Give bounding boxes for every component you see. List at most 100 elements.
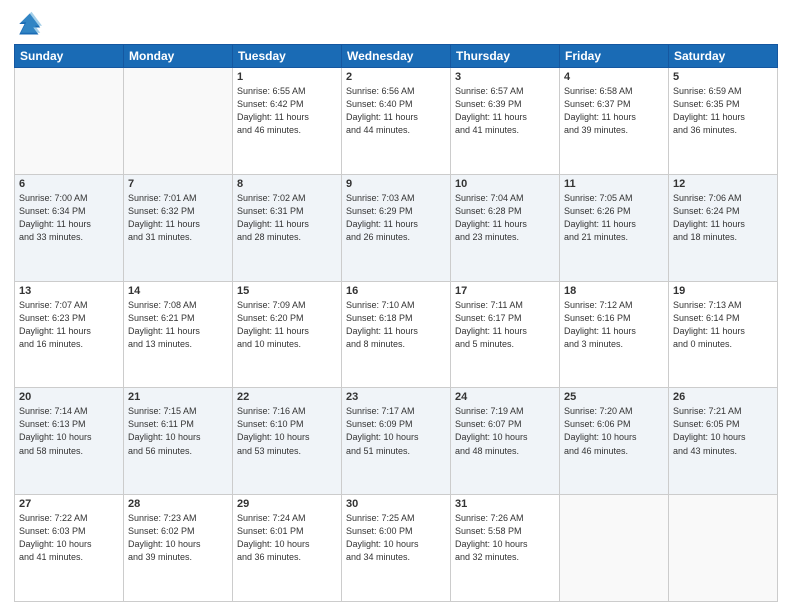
calendar-cell: 28 Sunrise: 7:23 AM Sunset: 6:02 PM Dayli… <box>124 495 233 602</box>
day-number: 9 <box>346 178 446 190</box>
calendar-cell: 4 Sunrise: 6:58 AM Sunset: 6:37 PM Daylig… <box>560 68 669 175</box>
day-number: 19 <box>673 285 773 297</box>
calendar-cell: 7 Sunrise: 7:01 AM Sunset: 6:32 PM Daylig… <box>124 174 233 281</box>
day-info: Sunrise: 7:11 AM Sunset: 6:17 PM Dayligh… <box>455 299 555 351</box>
calendar-cell: 24Sunrise: 7:19 AM Sunset: 6:07 PM Dayli… <box>451 388 560 495</box>
day-info: Sunrise: 7:13 AM Sunset: 6:14 PM Dayligh… <box>673 299 773 351</box>
day-info: Sunrise: 6:55 AM Sunset: 6:42 PM Dayligh… <box>237 85 337 137</box>
day-number: 29 <box>237 498 337 510</box>
day-number: 3 <box>455 71 555 83</box>
calendar-cell: 3Sunrise: 6:57 AM Sunset: 6:39 PM Daylig… <box>451 68 560 175</box>
calendar-cell <box>669 495 778 602</box>
day-info: Sunrise: 7:08 AM Sunset: 6:21 PM Dayligh… <box>128 299 228 351</box>
logo <box>14 10 46 38</box>
day-info: Sunrise: 7:14 AM Sunset: 6:13 PM Dayligh… <box>19 405 119 457</box>
page: SundayMondayTuesdayWednesdayThursdayFrid… <box>0 0 792 612</box>
day-number: 7 <box>128 178 228 190</box>
weekday-header-row: SundayMondayTuesdayWednesdayThursdayFrid… <box>15 45 778 68</box>
calendar-cell: 2 Sunrise: 6:56 AM Sunset: 6:40 PM Daylig… <box>342 68 451 175</box>
calendar-cell: 13 Sunrise: 7:07 AM Sunset: 6:23 PM Dayli… <box>15 281 124 388</box>
calendar-cell: 27 Sunrise: 7:22 AM Sunset: 6:03 PM Dayli… <box>15 495 124 602</box>
weekday-header: Thursday <box>451 45 560 68</box>
calendar-week-row: 13 Sunrise: 7:07 AM Sunset: 6:23 PM Dayli… <box>15 281 778 388</box>
calendar-cell: 6 Sunrise: 7:00 AM Sunset: 6:34 PM Daylig… <box>15 174 124 281</box>
day-info: Sunrise: 7:03 AM Sunset: 6:29 PM Dayligh… <box>346 192 446 244</box>
day-number: 28 <box>128 498 228 510</box>
day-number: 27 <box>19 498 119 510</box>
calendar-week-row: 20Sunrise: 7:14 AM Sunset: 6:13 PM Dayli… <box>15 388 778 495</box>
calendar-cell: 17 Sunrise: 7:11 AM Sunset: 6:17 PM Dayli… <box>451 281 560 388</box>
day-info: Sunrise: 7:04 AM Sunset: 6:28 PM Dayligh… <box>455 192 555 244</box>
day-info: Sunrise: 7:16 AM Sunset: 6:10 PM Dayligh… <box>237 405 337 457</box>
day-info: Sunrise: 7:00 AM Sunset: 6:34 PM Dayligh… <box>19 192 119 244</box>
day-number: 16 <box>346 285 446 297</box>
calendar-cell: 22 Sunrise: 7:16 AM Sunset: 6:10 PM Dayli… <box>233 388 342 495</box>
calendar-table: SundayMondayTuesdayWednesdayThursdayFrid… <box>14 44 778 602</box>
day-info: Sunrise: 6:56 AM Sunset: 6:40 PM Dayligh… <box>346 85 446 137</box>
calendar-cell: 11Sunrise: 7:05 AM Sunset: 6:26 PM Dayli… <box>560 174 669 281</box>
day-info: Sunrise: 7:25 AM Sunset: 6:00 PM Dayligh… <box>346 512 446 564</box>
calendar-cell: 30Sunrise: 7:25 AM Sunset: 6:00 PM Dayli… <box>342 495 451 602</box>
day-number: 22 <box>237 391 337 403</box>
day-number: 21 <box>128 391 228 403</box>
day-number: 2 <box>346 71 446 83</box>
weekday-header: Wednesday <box>342 45 451 68</box>
day-info: Sunrise: 7:24 AM Sunset: 6:01 PM Dayligh… <box>237 512 337 564</box>
day-info: Sunrise: 6:59 AM Sunset: 6:35 PM Dayligh… <box>673 85 773 137</box>
calendar-cell: 19 Sunrise: 7:13 AM Sunset: 6:14 PM Dayli… <box>669 281 778 388</box>
day-info: Sunrise: 7:10 AM Sunset: 6:18 PM Dayligh… <box>346 299 446 351</box>
calendar-cell: 16 Sunrise: 7:10 AM Sunset: 6:18 PM Dayli… <box>342 281 451 388</box>
calendar-cell: 9 Sunrise: 7:03 AM Sunset: 6:29 PM Daylig… <box>342 174 451 281</box>
day-info: Sunrise: 7:23 AM Sunset: 6:02 PM Dayligh… <box>128 512 228 564</box>
day-info: Sunrise: 7:12 AM Sunset: 6:16 PM Dayligh… <box>564 299 664 351</box>
day-info: Sunrise: 7:07 AM Sunset: 6:23 PM Dayligh… <box>19 299 119 351</box>
weekday-header: Sunday <box>15 45 124 68</box>
day-info: Sunrise: 7:02 AM Sunset: 6:31 PM Dayligh… <box>237 192 337 244</box>
calendar-week-row: 6 Sunrise: 7:00 AM Sunset: 6:34 PM Daylig… <box>15 174 778 281</box>
calendar-cell: 29 Sunrise: 7:24 AM Sunset: 6:01 PM Dayli… <box>233 495 342 602</box>
day-number: 10 <box>455 178 555 190</box>
calendar-cell <box>15 68 124 175</box>
day-number: 12 <box>673 178 773 190</box>
calendar-cell: 18 Sunrise: 7:12 AM Sunset: 6:16 PM Dayli… <box>560 281 669 388</box>
calendar-cell <box>560 495 669 602</box>
day-number: 13 <box>19 285 119 297</box>
weekday-header: Monday <box>124 45 233 68</box>
day-info: Sunrise: 7:20 AM Sunset: 6:06 PM Dayligh… <box>564 405 664 457</box>
calendar-cell: 8Sunrise: 7:02 AM Sunset: 6:31 PM Daylig… <box>233 174 342 281</box>
calendar-cell: 31Sunrise: 7:26 AM Sunset: 5:58 PM Dayli… <box>451 495 560 602</box>
logo-icon <box>14 10 42 38</box>
calendar-cell: 15Sunrise: 7:09 AM Sunset: 6:20 PM Dayli… <box>233 281 342 388</box>
day-info: Sunrise: 7:15 AM Sunset: 6:11 PM Dayligh… <box>128 405 228 457</box>
day-number: 1 <box>237 71 337 83</box>
calendar-cell: 1 Sunrise: 6:55 AM Sunset: 6:42 PM Daylig… <box>233 68 342 175</box>
day-number: 14 <box>128 285 228 297</box>
calendar-week-row: 27 Sunrise: 7:22 AM Sunset: 6:03 PM Dayli… <box>15 495 778 602</box>
day-number: 6 <box>19 178 119 190</box>
day-info: Sunrise: 7:09 AM Sunset: 6:20 PM Dayligh… <box>237 299 337 351</box>
calendar-cell: 14 Sunrise: 7:08 AM Sunset: 6:21 PM Dayli… <box>124 281 233 388</box>
calendar-cell: 26Sunrise: 7:21 AM Sunset: 6:05 PM Dayli… <box>669 388 778 495</box>
day-info: Sunrise: 7:22 AM Sunset: 6:03 PM Dayligh… <box>19 512 119 564</box>
calendar-cell: 20Sunrise: 7:14 AM Sunset: 6:13 PM Dayli… <box>15 388 124 495</box>
day-info: Sunrise: 7:26 AM Sunset: 5:58 PM Dayligh… <box>455 512 555 564</box>
day-number: 17 <box>455 285 555 297</box>
calendar-week-row: 1 Sunrise: 6:55 AM Sunset: 6:42 PM Daylig… <box>15 68 778 175</box>
day-number: 25 <box>564 391 664 403</box>
day-number: 23 <box>346 391 446 403</box>
day-info: Sunrise: 7:17 AM Sunset: 6:09 PM Dayligh… <box>346 405 446 457</box>
calendar-cell: 25 Sunrise: 7:20 AM Sunset: 6:06 PM Dayli… <box>560 388 669 495</box>
day-info: Sunrise: 7:06 AM Sunset: 6:24 PM Dayligh… <box>673 192 773 244</box>
day-number: 11 <box>564 178 664 190</box>
day-info: Sunrise: 6:58 AM Sunset: 6:37 PM Dayligh… <box>564 85 664 137</box>
day-info: Sunrise: 7:01 AM Sunset: 6:32 PM Dayligh… <box>128 192 228 244</box>
day-number: 5 <box>673 71 773 83</box>
calendar-cell: 21 Sunrise: 7:15 AM Sunset: 6:11 PM Dayli… <box>124 388 233 495</box>
day-number: 4 <box>564 71 664 83</box>
calendar-cell: 23 Sunrise: 7:17 AM Sunset: 6:09 PM Dayli… <box>342 388 451 495</box>
calendar-cell: 12 Sunrise: 7:06 AM Sunset: 6:24 PM Dayli… <box>669 174 778 281</box>
calendar-cell <box>124 68 233 175</box>
day-number: 24 <box>455 391 555 403</box>
header <box>14 10 778 38</box>
day-number: 18 <box>564 285 664 297</box>
